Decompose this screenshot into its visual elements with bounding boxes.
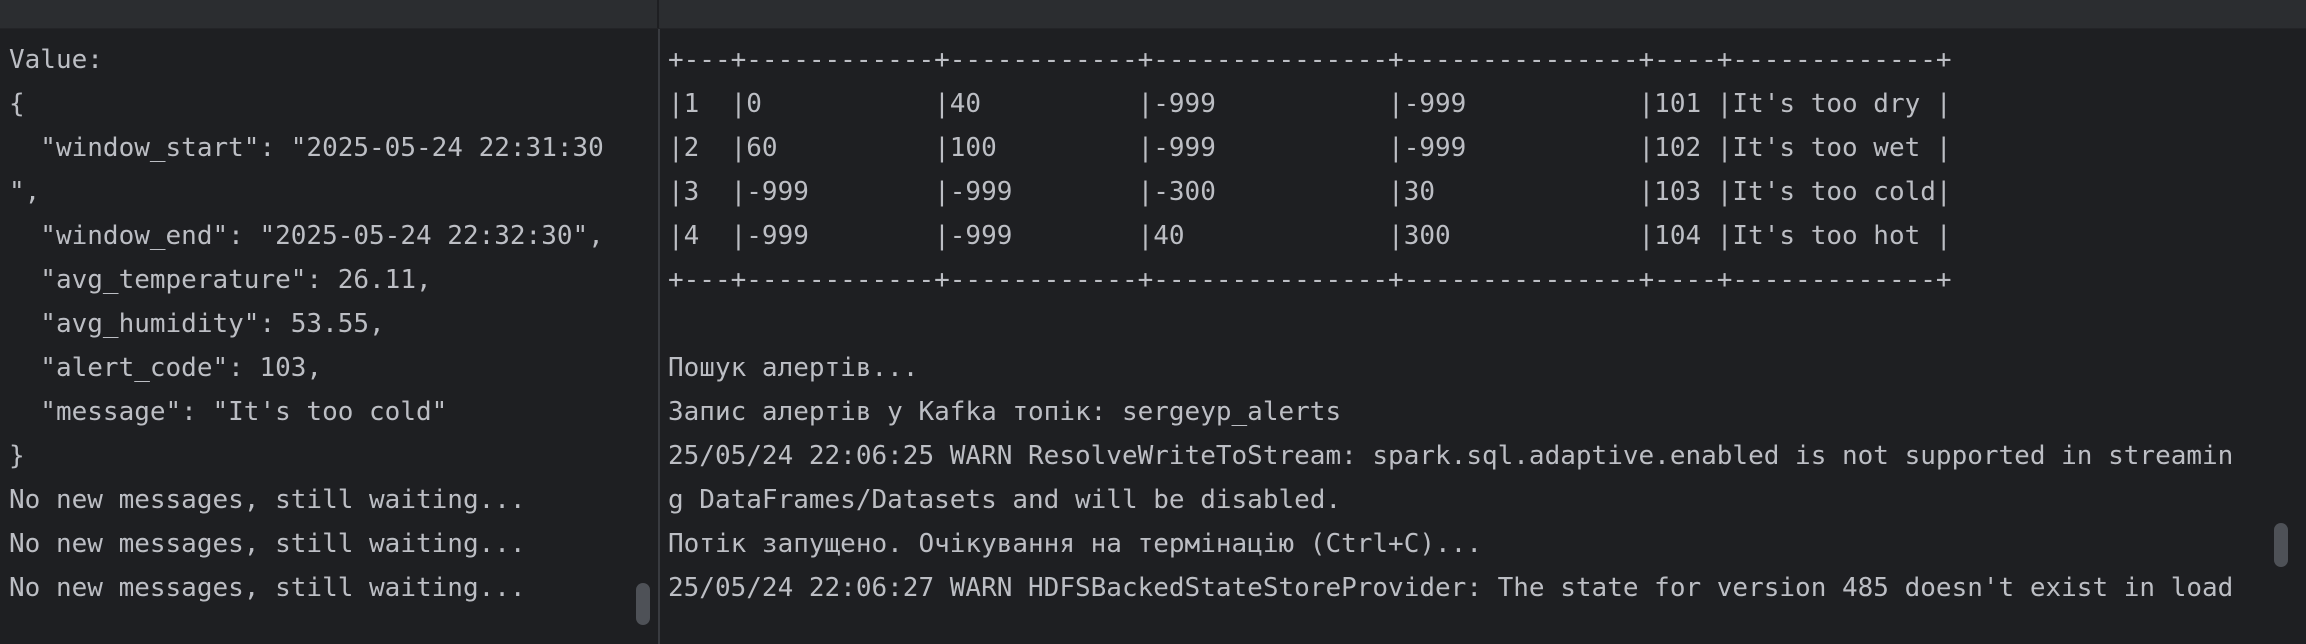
console-line: "window_end": "2025-05-24 22:32:30", xyxy=(9,221,604,251)
console-line: No new messages, still waiting... xyxy=(9,573,526,603)
tool-window-header xyxy=(0,0,2306,29)
console-line: Value: xyxy=(9,45,103,75)
console-line: g DataFrames/Datasets and will be disabl… xyxy=(668,485,1342,515)
header-divider xyxy=(657,0,659,28)
left-console-output: Value: { "window_start": "2025-05-24 22:… xyxy=(9,38,604,610)
console-line: No new messages, still waiting... xyxy=(9,485,526,515)
left-console-pane[interactable]: Value: { "window_start": "2025-05-24 22:… xyxy=(0,29,658,644)
console-line: "message": "It's too cold" xyxy=(9,397,448,427)
console-line: Пошук алертів... xyxy=(668,353,919,383)
console-line: } xyxy=(9,441,25,471)
console-line: +---+------------+------------+---------… xyxy=(668,45,1952,75)
console-line: Запис алертів у Kafka топік: sergeyp_ale… xyxy=(668,397,1342,427)
console-line: "alert_code": 103, xyxy=(9,353,323,383)
console-line: ", xyxy=(9,177,41,207)
left-scrollbar-thumb[interactable] xyxy=(636,583,650,625)
console-line: "avg_temperature": 26.11, xyxy=(9,265,432,295)
console-line: |2 |60 |100 |-999 |-999 |102 |It's too w… xyxy=(668,133,1952,163)
right-scrollbar-thumb[interactable] xyxy=(2274,523,2288,567)
console-line: |4 |-999 |-999 |40 |300 |104 |It's too h… xyxy=(668,221,1952,251)
console-line: |1 |0 |40 |-999 |-999 |101 |It's too dry… xyxy=(668,89,1952,119)
console-line: "avg_humidity": 53.55, xyxy=(9,309,385,339)
console-line: 25/05/24 22:06:25 WARN ResolveWriteToStr… xyxy=(668,441,2234,471)
right-console-output: +---+------------+------------+---------… xyxy=(668,38,2233,610)
console-line: No new messages, still waiting... xyxy=(9,529,526,559)
console-line: |3 |-999 |-999 |-300 |30 |103 |It's too … xyxy=(668,177,1952,207)
console-line: { xyxy=(9,89,25,119)
console-line: +---+------------+------------+---------… xyxy=(668,265,1952,295)
console-line: 25/05/24 22:06:27 WARN HDFSBackedStateSt… xyxy=(668,573,2234,603)
right-console-pane[interactable]: +---+------------+------------+---------… xyxy=(660,29,2306,644)
console-line: Потік запущено. Очікування на термінацію… xyxy=(668,529,1482,559)
console-line: "window_start": "2025-05-24 22:31:30 xyxy=(9,133,604,163)
